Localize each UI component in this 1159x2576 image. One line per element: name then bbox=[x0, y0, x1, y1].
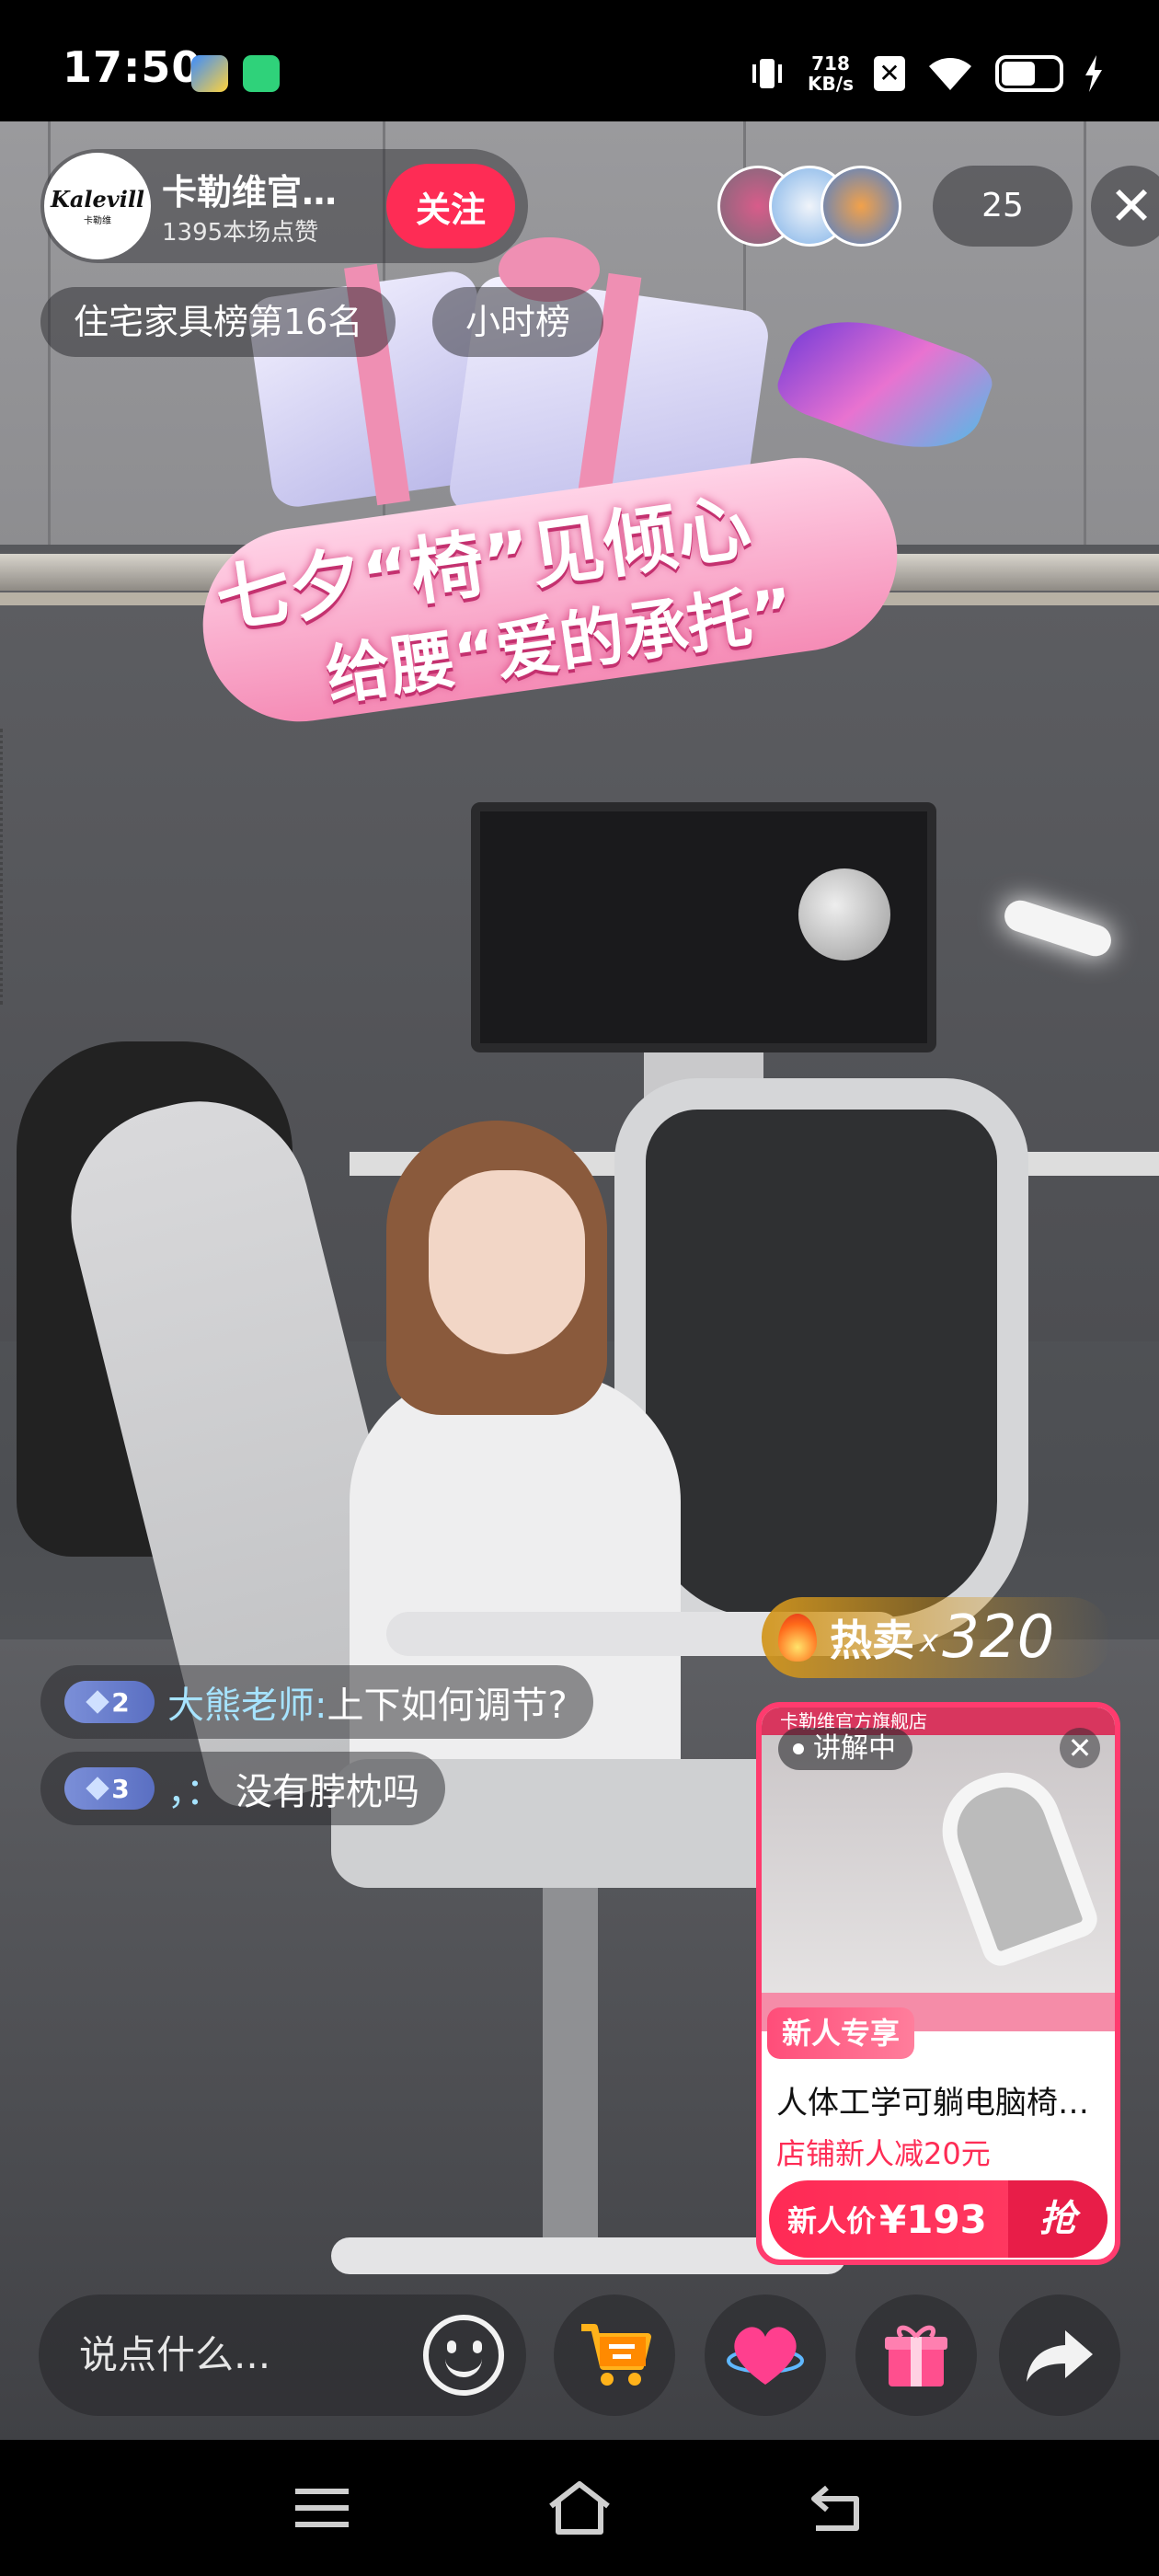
hot-sale-count: 320 bbox=[942, 1604, 1055, 1672]
comment-input[interactable]: 说点什么... bbox=[39, 2294, 526, 2416]
diamond-icon bbox=[86, 1690, 109, 1714]
decor-plant bbox=[0, 729, 156, 1005]
new-user-tag: 新人专享 bbox=[767, 2007, 915, 2059]
nav-menu-button[interactable] bbox=[267, 2440, 377, 2576]
share-button[interactable] bbox=[999, 2294, 1120, 2416]
app-notification-icon bbox=[243, 55, 280, 92]
comment-text: 没有脖枕吗 bbox=[235, 1771, 419, 1813]
wifi-icon bbox=[929, 58, 971, 90]
menu-icon bbox=[295, 2489, 349, 2527]
battery-icon bbox=[995, 55, 1063, 92]
vibrate-icon bbox=[752, 59, 783, 88]
product-title[interactable]: 人体工学可躺电脑椅… bbox=[776, 2077, 1107, 2122]
status-bar: 17:50 718 KB/s ✕ bbox=[0, 0, 1159, 121]
gift-button[interactable] bbox=[855, 2294, 977, 2416]
host-card[interactable]: Kalevill 卡勒维 卡勒维官… 1395本场点赞 关注 bbox=[40, 149, 528, 263]
background-monitor bbox=[471, 802, 936, 1052]
nav-back-button[interactable] bbox=[782, 2440, 892, 2576]
user-level-badge: 3 bbox=[64, 1767, 155, 1810]
gift-icon bbox=[885, 2325, 947, 2386]
buy-button[interactable]: 新人价 ¥193 抢 bbox=[769, 2180, 1107, 2258]
fire-icon bbox=[778, 1614, 817, 1662]
host-name[interactable]: 卡勒维官… bbox=[162, 164, 392, 214]
app-notification-icon bbox=[191, 55, 228, 92]
hot-sale-badge: 热卖 x 320 bbox=[762, 1597, 1111, 1678]
hourly-rank-button[interactable]: 小时榜 bbox=[432, 287, 604, 357]
battery-fill bbox=[1002, 62, 1036, 86]
bird-decoration bbox=[771, 297, 999, 472]
diamond-icon bbox=[86, 1777, 109, 1800]
host-likes: 1395本场点赞 bbox=[162, 219, 319, 247]
network-speed: 718 KB/s bbox=[808, 52, 854, 95]
comment-text: 上下如何调节? bbox=[327, 1685, 568, 1727]
shopping-cart-icon bbox=[581, 2324, 651, 2386]
follow-button[interactable]: 关注 bbox=[386, 164, 515, 248]
product-close-icon[interactable]: ✕ bbox=[1060, 1728, 1100, 1768]
heart-icon bbox=[727, 2327, 804, 2385]
cart-button[interactable] bbox=[554, 2294, 675, 2416]
status-time: 17:50 bbox=[63, 42, 202, 92]
comment-user[interactable]: ，： bbox=[167, 1762, 223, 1815]
share-arrow-icon bbox=[1027, 2330, 1093, 2382]
audience-count[interactable]: 25 bbox=[933, 166, 1073, 247]
viewer-avatar[interactable] bbox=[820, 166, 901, 247]
product-promo: 店铺新人减20元 bbox=[776, 2136, 991, 2171]
top-viewers[interactable] bbox=[717, 158, 920, 250]
sim-off-icon: ✕ bbox=[874, 56, 905, 91]
comment-user[interactable]: 大熊老师: bbox=[167, 1675, 327, 1729]
back-icon bbox=[811, 2485, 859, 2531]
status-indicators: 718 KB/s ✕ bbox=[747, 48, 1104, 99]
live-dot-icon bbox=[793, 1743, 804, 1754]
user-level-badge: 2 bbox=[64, 1681, 155, 1723]
product-card[interactable]: 卡勒维官方旗舰店 讲解中 ✕ 新人专享 人体工学可躺电脑椅… 店铺新人减20元 … bbox=[756, 1702, 1120, 2265]
comment-input-placeholder[interactable]: 说点什么... bbox=[79, 2294, 270, 2416]
host-avatar[interactable]: Kalevill 卡勒维 bbox=[44, 153, 151, 259]
comment-item[interactable]: 2 大熊老师: 上下如何调节? bbox=[40, 1665, 593, 1739]
explaining-badge: 讲解中 bbox=[778, 1728, 912, 1770]
comment-item[interactable]: 3 ，： 没有脖枕吗 bbox=[40, 1752, 445, 1825]
charging-icon bbox=[1085, 55, 1102, 92]
system-nav-bar bbox=[0, 2440, 1159, 2576]
grab-button[interactable]: 抢 bbox=[1008, 2180, 1107, 2258]
product-price: ¥193 bbox=[879, 2196, 987, 2242]
smile-icon[interactable] bbox=[423, 2315, 504, 2396]
like-button[interactable] bbox=[705, 2294, 826, 2416]
rank-badge[interactable]: 住宅家具榜第16名 bbox=[40, 287, 396, 357]
nav-home-button[interactable] bbox=[524, 2440, 635, 2576]
home-icon bbox=[549, 2481, 610, 2535]
